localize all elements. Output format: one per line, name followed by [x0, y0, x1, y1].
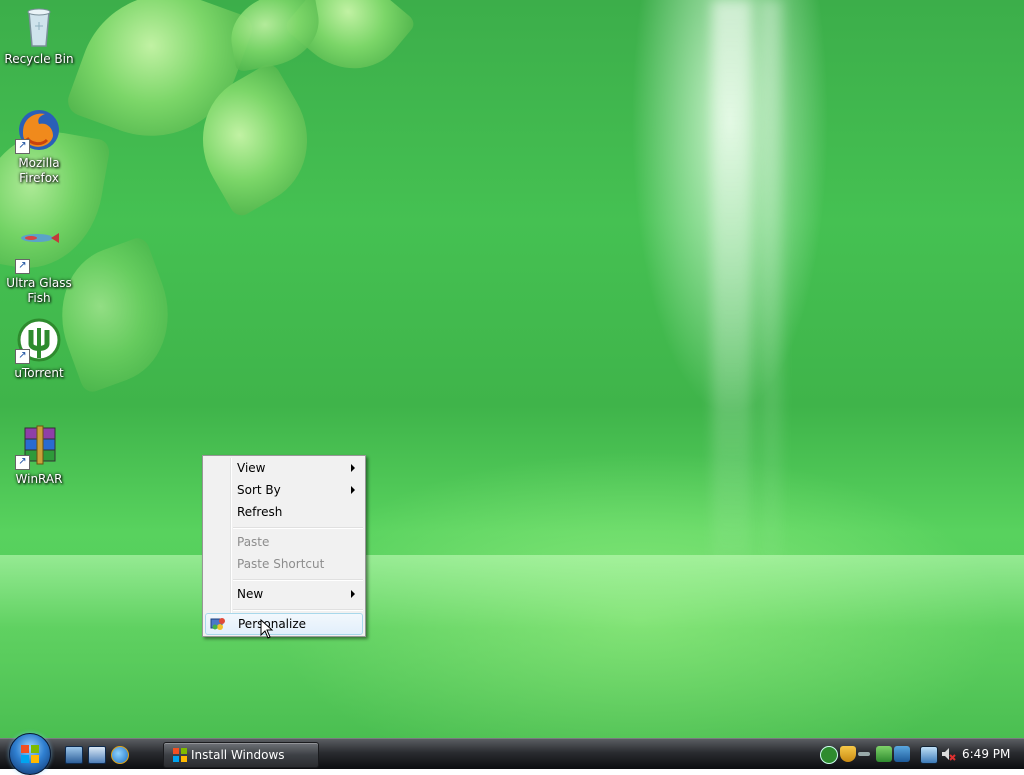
- app-tray-icon[interactable]: [894, 746, 910, 762]
- menu-item-personalize[interactable]: Personalize: [205, 613, 363, 635]
- show-desktop-icon[interactable]: [65, 746, 83, 764]
- taskbar-button-label: Install Windows: [191, 748, 285, 762]
- desktop-icon-ultra-glass-fish[interactable]: ↗ Ultra Glass Fish: [4, 228, 74, 306]
- desktop-icon-recycle-bin[interactable]: Recycle Bin: [4, 4, 74, 67]
- wallpaper-light-streak: [712, 0, 752, 560]
- submenu-arrow-icon: [351, 590, 355, 598]
- desktop-icon-firefox[interactable]: ↗ Mozilla Firefox: [4, 108, 74, 186]
- network-connection-icon[interactable]: [858, 752, 870, 756]
- taskbar: Install Windows 6:49 PM: [0, 733, 1024, 775]
- desktop[interactable]: Recycle Bin ↗ Mozilla Firefox ↗ Ultra Gl…: [0, 0, 1024, 738]
- desktop-icon-winrar[interactable]: ↗ WinRAR: [4, 424, 74, 487]
- menu-item-label: Paste: [237, 535, 270, 549]
- menu-item-label: Paste Shortcut: [237, 557, 325, 571]
- menu-item-label: Sort By: [237, 483, 281, 497]
- wallpaper-leaf: [224, 0, 326, 73]
- menu-item-refresh[interactable]: Refresh: [205, 501, 363, 523]
- menu-item-view[interactable]: View: [205, 457, 363, 479]
- switch-windows-icon[interactable]: [88, 746, 106, 764]
- personalize-icon: [210, 616, 226, 632]
- media-icon[interactable]: [876, 746, 892, 762]
- taskbar-clock[interactable]: 6:49 PM: [962, 739, 1010, 769]
- shortcut-arrow-icon: ↗: [15, 455, 30, 470]
- menu-item-paste-shortcut[interactable]: Paste Shortcut: [205, 553, 363, 575]
- taskbar-button-install-windows[interactable]: Install Windows: [163, 742, 319, 768]
- desktop-icon-label: uTorrent: [14, 366, 64, 380]
- menu-item-label: View: [237, 461, 266, 475]
- shortcut-arrow-icon: ↗: [15, 259, 30, 274]
- recycle-bin-icon: [17, 4, 61, 48]
- desktop-icon-label: WinRAR: [15, 472, 63, 486]
- desktop-icon-label: Recycle Bin: [4, 52, 74, 66]
- menu-separator: [233, 527, 363, 529]
- submenu-arrow-icon: [351, 486, 355, 494]
- menu-item-label: Refresh: [237, 505, 283, 519]
- shortcut-arrow-icon: ↗: [15, 139, 30, 154]
- fish-icon: ↗: [15, 228, 61, 274]
- menu-item-new[interactable]: New: [205, 583, 363, 605]
- menu-separator: [233, 609, 363, 611]
- wallpaper-floor: [0, 555, 1024, 738]
- menu-separator: [233, 579, 363, 581]
- desktop-icon-label: Mozilla Firefox: [18, 156, 60, 185]
- menu-item-label: New: [237, 587, 264, 601]
- security-shield-icon[interactable]: [840, 746, 856, 762]
- network-icon[interactable]: [920, 746, 938, 764]
- desktop-icon-label: Ultra Glass Fish: [6, 276, 72, 305]
- shortcut-arrow-icon: ↗: [15, 349, 30, 364]
- windows-setup-icon: [172, 747, 188, 763]
- firefox-icon: ↗: [15, 108, 61, 154]
- winrar-icon: ↗: [15, 424, 61, 470]
- windows-orb-icon[interactable]: [9, 733, 51, 775]
- desktop-icon-utorrent[interactable]: ↗ uTorrent: [4, 318, 74, 381]
- internet-explorer-icon[interactable]: [111, 746, 129, 764]
- windows-flag-icon: [21, 745, 39, 763]
- submenu-arrow-icon: [351, 464, 355, 472]
- volume-muted-icon[interactable]: [940, 746, 956, 762]
- menu-item-sort-by[interactable]: Sort By: [205, 479, 363, 501]
- wallpaper-light-streak: [760, 0, 782, 560]
- menu-item-paste[interactable]: Paste: [205, 531, 363, 553]
- utorrent-tray-icon[interactable]: [820, 746, 838, 764]
- mouse-cursor-icon: [260, 618, 274, 639]
- desktop-context-menu: View Sort By Refresh Paste Paste Shortcu…: [202, 455, 366, 637]
- utorrent-icon: ↗: [15, 318, 61, 364]
